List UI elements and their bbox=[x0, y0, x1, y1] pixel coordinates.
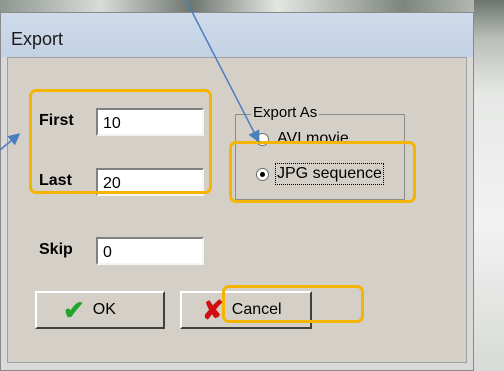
ok-button-label: OK bbox=[92, 301, 116, 318]
radio-jpg-button[interactable] bbox=[256, 167, 269, 181]
radio-jpg-sequence[interactable]: JPG sequence bbox=[256, 163, 384, 185]
title-bar[interactable]: Export bbox=[1, 13, 473, 57]
skip-field[interactable] bbox=[96, 237, 204, 265]
radio-avi-button[interactable] bbox=[256, 132, 269, 146]
export-as-groupbox bbox=[235, 114, 405, 200]
export-dialog: Export First Last Skip Export As AVI mov… bbox=[0, 12, 474, 371]
cancel-button[interactable]: ✘ Cancel bbox=[180, 291, 312, 329]
export-as-group-label: Export As bbox=[251, 104, 320, 121]
skip-label: Skip bbox=[39, 241, 73, 258]
checkmark-icon: ✔ bbox=[63, 295, 85, 325]
first-field[interactable] bbox=[96, 108, 204, 136]
last-label: Last bbox=[39, 172, 72, 189]
dialog-title: Export bbox=[11, 29, 64, 49]
radio-avi-movie[interactable]: AVI movie bbox=[256, 130, 349, 148]
ok-button[interactable]: ✔ OK bbox=[35, 291, 165, 329]
x-icon: ✘ bbox=[202, 295, 224, 325]
background-photo-right bbox=[474, 0, 504, 371]
first-label: First bbox=[39, 112, 74, 129]
last-field[interactable] bbox=[96, 168, 204, 196]
cancel-button-label: Cancel bbox=[231, 301, 282, 318]
radio-jpg-label: JPG sequence bbox=[275, 163, 384, 185]
radio-avi-label: AVI movie bbox=[277, 130, 349, 147]
dialog-client-area: First Last Skip Export As AVI movie JPG … bbox=[7, 57, 467, 363]
